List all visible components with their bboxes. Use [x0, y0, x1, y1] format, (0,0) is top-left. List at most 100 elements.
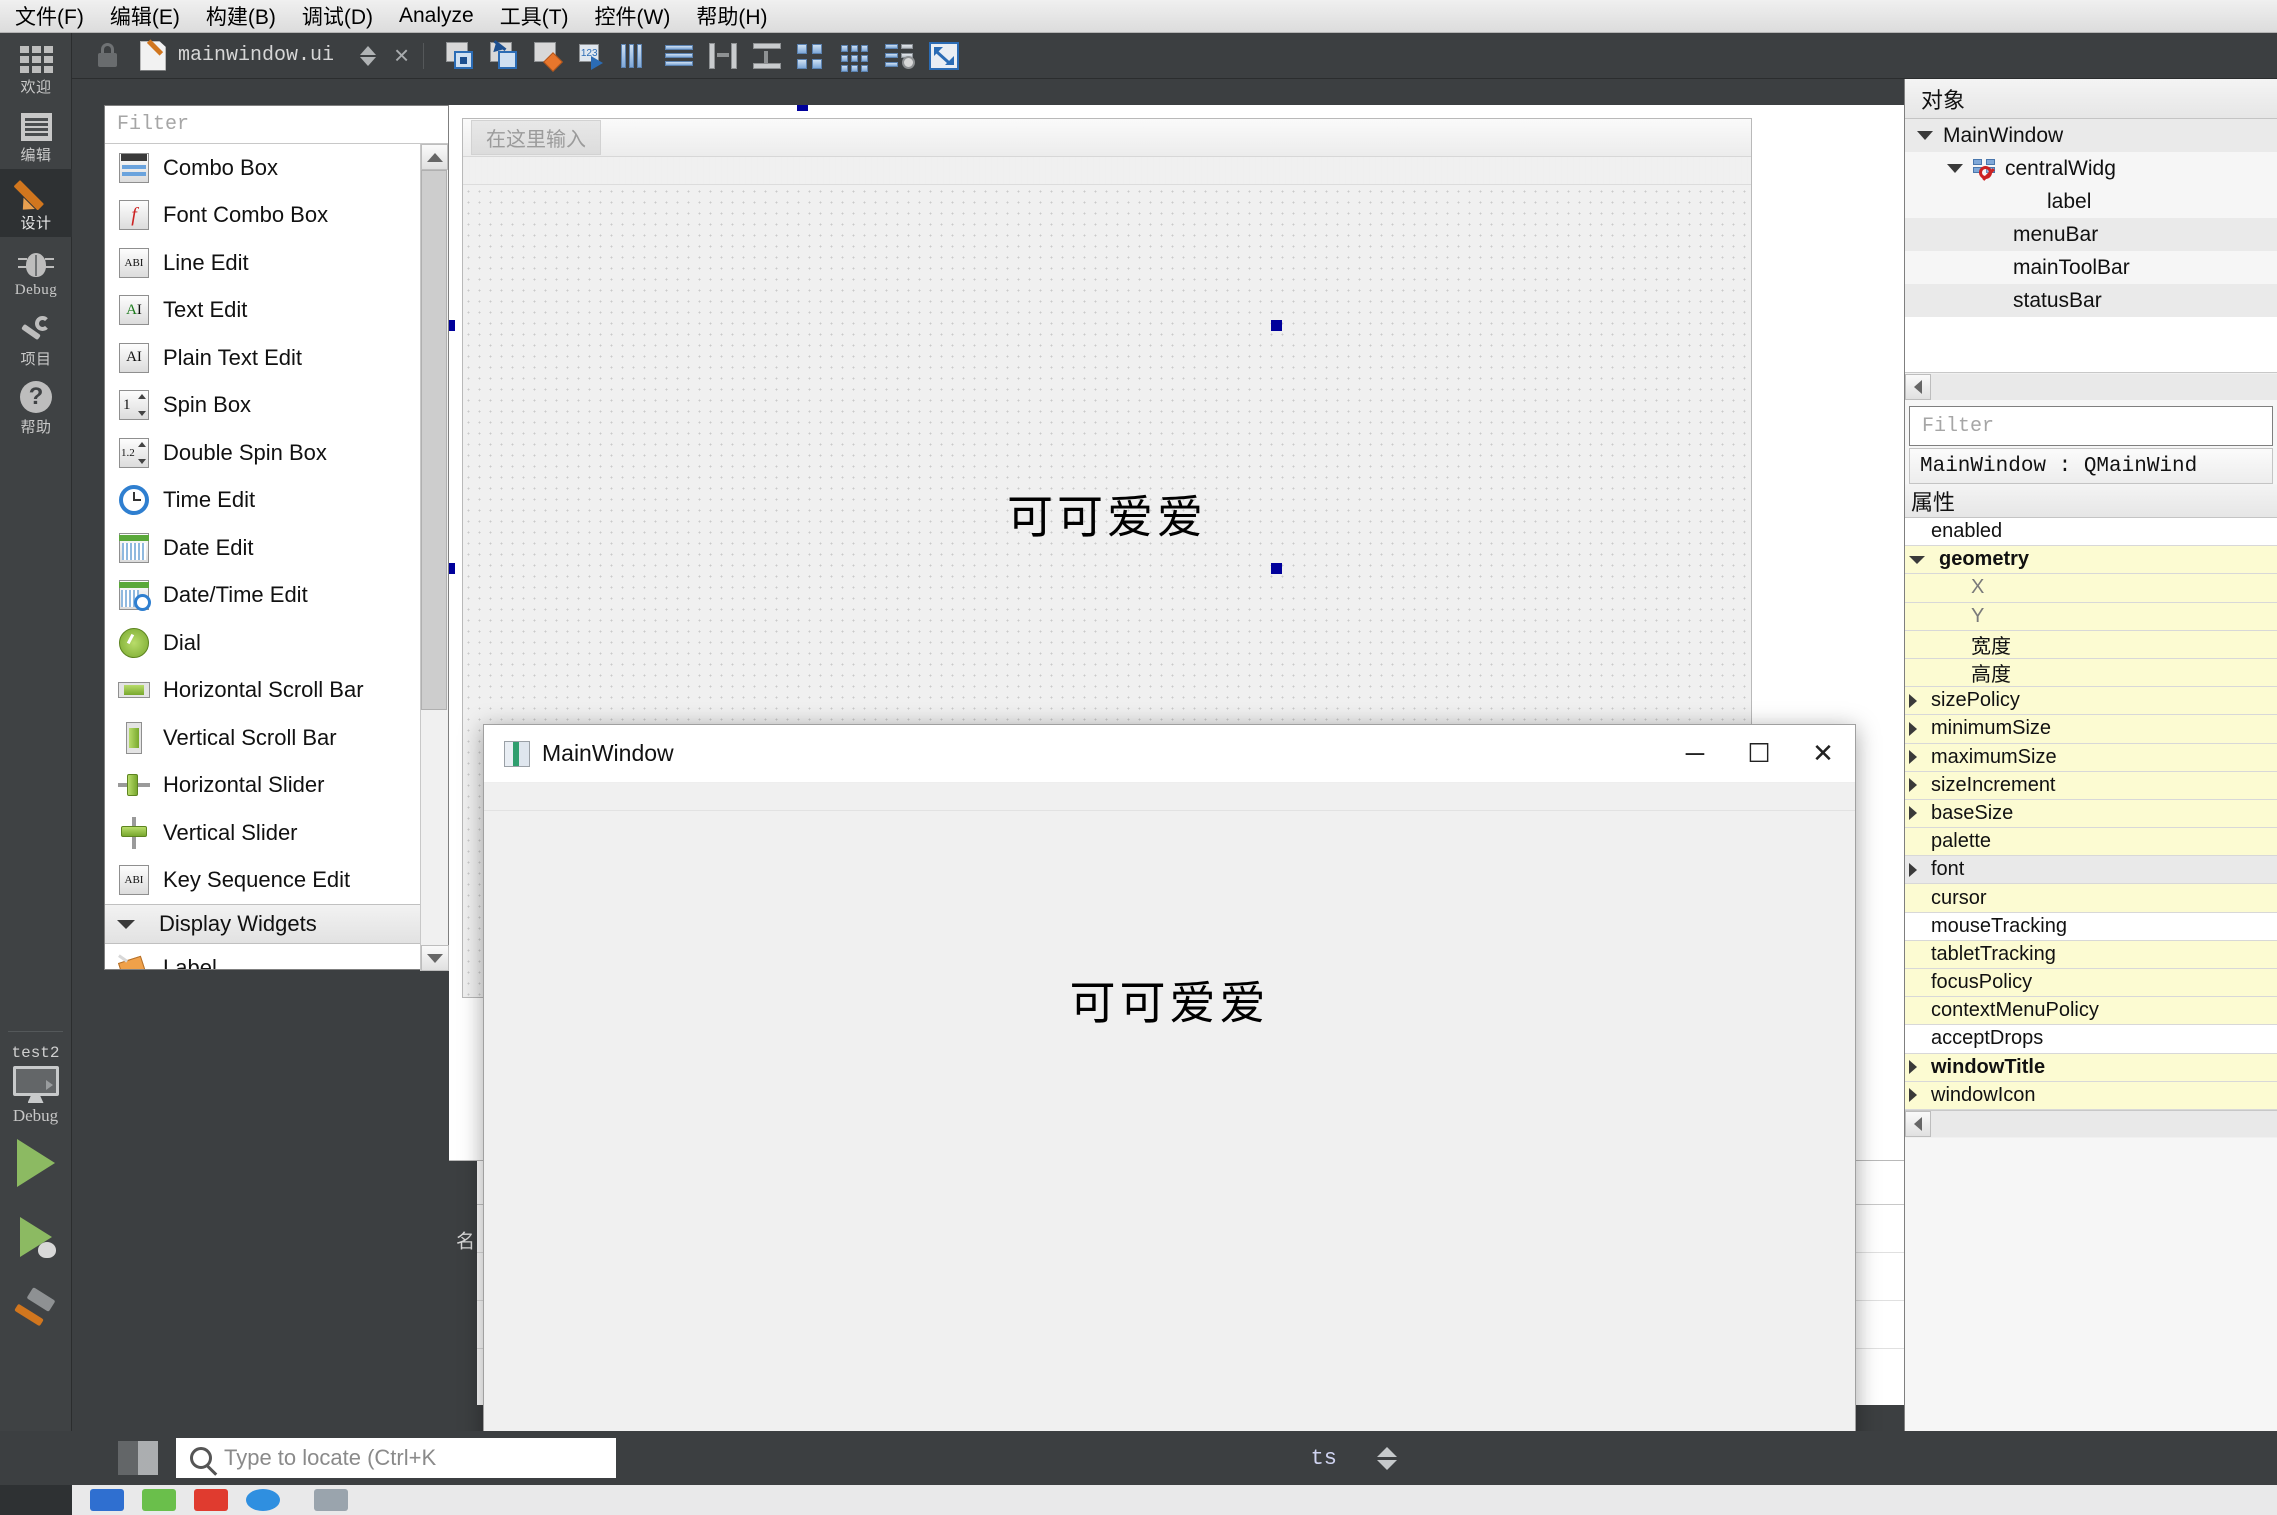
property-row-x[interactable]: X	[1905, 574, 2277, 603]
widget-item-time-edit[interactable]: Time Edit	[105, 477, 448, 525]
widget-category-display-widgets[interactable]: Display Widgets	[105, 904, 448, 944]
property-row-acceptdrops[interactable]: acceptDrops	[1905, 1025, 2277, 1054]
property-row-enabled[interactable]: enabled	[1905, 518, 2277, 547]
splitter-horizontal-icon[interactable]	[709, 41, 739, 71]
property-row-y[interactable]: Y	[1905, 602, 2277, 631]
lock-icon[interactable]	[94, 42, 122, 69]
tree-node-label[interactable]: label	[1905, 185, 2277, 218]
widget-item-vertical-scroll-bar[interactable]: Vertical Scroll Bar	[105, 714, 448, 762]
mode-projects[interactable]: 项目	[0, 305, 72, 373]
chevron-down-icon[interactable]	[1917, 131, 1933, 140]
form-label[interactable]: 可可爱爱	[463, 481, 1751, 547]
edit-tab-order-icon[interactable]: 123	[577, 41, 607, 71]
widget-item-font-combo-box[interactable]: f Font Combo Box	[105, 192, 448, 240]
tree-node-mainwindow[interactable]: MainWindow	[1905, 119, 2277, 152]
widget-item-dial[interactable]: Dial	[105, 619, 448, 667]
layout-horizontal-icon[interactable]	[621, 41, 651, 71]
layout-form-icon[interactable]	[797, 41, 827, 71]
maximize-button[interactable]: ☐	[1727, 725, 1791, 783]
property-row-sizeincrement[interactable]: sizeIncrement	[1905, 771, 2277, 800]
scroll-left-button[interactable]	[1905, 373, 1931, 400]
property-hscrollbar[interactable]	[1905, 1109, 2277, 1138]
tree-node-menubar[interactable]: menuBar	[1905, 218, 2277, 251]
object-tree[interactable]: MainWindow centralWidg label menuBar mai…	[1905, 119, 2277, 372]
layout-vertical-icon[interactable]	[665, 41, 695, 71]
widget-box-list[interactable]: Combo Box f Font Combo Box ABI Line Edit…	[105, 144, 448, 969]
property-row-windowicon[interactable]: windowIcon	[1905, 1081, 2277, 1110]
menu-widgets[interactable]: 控件(W)	[582, 0, 684, 33]
preview-menubar[interactable]	[484, 783, 1855, 811]
debug-button[interactable]	[0, 1200, 71, 1274]
menu-build[interactable]: 构建(B)	[193, 0, 289, 33]
layout-grid-icon[interactable]	[841, 41, 871, 72]
preview-central-widget[interactable]: 可可爱爱	[484, 812, 1855, 1491]
widget-item-line-edit[interactable]: ABI Line Edit	[105, 239, 448, 287]
widget-item-text-edit[interactable]: AI Text Edit	[105, 287, 448, 335]
selection-handle[interactable]	[1271, 320, 1282, 331]
widget-box[interactable]: Filter Combo Box f Font Combo Box ABI Li…	[104, 105, 449, 971]
widget-box-filter[interactable]: Filter	[105, 106, 448, 144]
edit-signals-slots-icon[interactable]	[489, 39, 519, 71]
scrollbar-track[interactable]	[1931, 1111, 2277, 1138]
taskbar-item[interactable]	[246, 1489, 280, 1511]
edit-widgets-icon[interactable]	[445, 41, 475, 71]
widget-item-key-sequence-edit[interactable]: ABI Key Sequence Edit	[105, 857, 448, 905]
mode-design[interactable]: 设计	[0, 169, 72, 237]
selection-handle[interactable]	[449, 320, 455, 331]
run-button[interactable]	[0, 1126, 71, 1200]
selection-handle[interactable]	[1271, 563, 1282, 574]
menu-edit[interactable]: 编辑(E)	[97, 0, 193, 33]
form-toolbar[interactable]	[463, 157, 1751, 185]
taskbar-item[interactable]	[314, 1489, 348, 1511]
minimize-button[interactable]: ─	[1663, 725, 1727, 783]
close-button[interactable]: ✕	[1791, 725, 1855, 783]
property-list[interactable]: enabled geometry X Y 宽度 高度 sizePolicy mi…	[1905, 518, 2277, 1110]
output-pane-label[interactable]: ts	[1311, 1446, 1337, 1471]
kit-selector[interactable]: test2 Debug	[0, 1038, 71, 1126]
widget-item-horizontal-scroll-bar[interactable]: Horizontal Scroll Bar	[105, 667, 448, 715]
search-input[interactable]: Type to locate (Ctrl+K	[176, 1438, 616, 1478]
splitter-vertical-icon[interactable]	[753, 41, 783, 71]
property-row-tablettracking[interactable]: tabletTracking	[1905, 940, 2277, 969]
menu-tools[interactable]: 工具(T)	[487, 0, 582, 33]
output-pane-spinner[interactable]	[1377, 1446, 1397, 1470]
property-row-windowtitle[interactable]: windowTitle	[1905, 1053, 2277, 1082]
close-document-button[interactable]: ×	[394, 40, 409, 71]
widget-item-plain-text-edit[interactable]: AI Plain Text Edit	[105, 334, 448, 382]
property-row-focuspolicy[interactable]: focusPolicy	[1905, 969, 2277, 998]
mode-edit[interactable]: 编辑	[0, 101, 72, 169]
chevron-down-icon[interactable]	[1947, 164, 1963, 173]
form-layout-icon[interactable]	[885, 41, 916, 71]
property-row-cursor[interactable]: cursor	[1905, 884, 2277, 913]
adjust-size-icon[interactable]	[929, 41, 960, 71]
taskbar-item[interactable]	[142, 1489, 176, 1511]
file-dropdown-button[interactable]	[360, 45, 377, 66]
selection-handle[interactable]	[449, 563, 455, 574]
tree-node-centralwidget[interactable]: centralWidg	[1905, 152, 2277, 185]
menu-help[interactable]: 帮助(H)	[683, 0, 780, 33]
form-menubar[interactable]: 在这里输入	[463, 119, 1751, 157]
widget-item-date-edit[interactable]: Date Edit	[105, 524, 448, 572]
scroll-down-button[interactable]	[421, 945, 449, 971]
scrollbar-track[interactable]	[1931, 373, 2277, 400]
file-tab[interactable]: mainwindow.ui	[140, 38, 334, 71]
taskbar-item[interactable]	[194, 1489, 228, 1511]
property-row-palette[interactable]: palette	[1905, 828, 2277, 857]
preview-titlebar[interactable]: MainWindow ─ ☐ ✕	[484, 725, 1855, 783]
sidebar-toggle-icon[interactable]	[118, 1441, 158, 1475]
property-row-geometry[interactable]: geometry	[1905, 546, 2277, 575]
widget-item-horizontal-slider[interactable]: Horizontal Slider	[105, 762, 448, 810]
menu-debug[interactable]: 调试(D)	[289, 0, 386, 33]
build-button[interactable]	[0, 1274, 71, 1348]
menu-analyze[interactable]: Analyze	[386, 2, 487, 30]
widget-item-date-time-edit[interactable]: Date/Time Edit	[105, 572, 448, 620]
property-row-basesize[interactable]: baseSize	[1905, 799, 2277, 829]
scroll-up-button[interactable]	[421, 144, 448, 170]
tree-node-statusbar[interactable]: statusBar	[1905, 284, 2277, 317]
mode-welcome[interactable]: 欢迎	[0, 33, 72, 101]
menu-placeholder[interactable]: 在这里输入	[471, 120, 601, 155]
widget-item-label[interactable]: Label	[105, 944, 448, 969]
mode-debug[interactable]: Debug	[0, 237, 72, 305]
property-filter-input[interactable]: Filter	[1909, 406, 2273, 446]
widget-item-combo-box[interactable]: Combo Box	[105, 144, 448, 192]
